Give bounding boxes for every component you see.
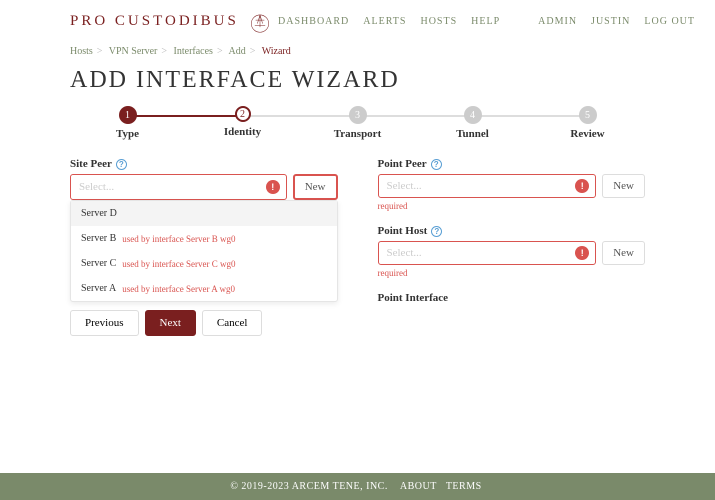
copyright: © 2019-2023 ARCEM TENE, INC. bbox=[230, 481, 388, 492]
crumb-vpnserver[interactable]: VPN Server bbox=[109, 46, 158, 57]
help-icon[interactable]: ? bbox=[431, 159, 442, 170]
footer-about[interactable]: ABOUT bbox=[400, 481, 437, 492]
site-peer-label: Site Peer bbox=[70, 158, 112, 170]
cancel-button[interactable]: Cancel bbox=[202, 310, 263, 336]
nav-user[interactable]: JUSTIN bbox=[591, 16, 630, 27]
point-host-select[interactable]: ! bbox=[378, 241, 597, 265]
footer: © 2019-2023 ARCEM TENE, INC. ABOUT TERMS bbox=[0, 473, 715, 500]
point-host-field: Point Host ? ! New required bbox=[378, 225, 646, 278]
point-interface-field: Point Interface bbox=[378, 292, 646, 304]
help-icon[interactable]: ? bbox=[116, 159, 127, 170]
point-host-label: Point Host bbox=[378, 225, 428, 237]
point-peer-label: Point Peer bbox=[378, 158, 427, 170]
brand-text: PRO CUSTODIBUS bbox=[70, 13, 239, 30]
breadcrumb: Hosts> VPN Server> Interfaces> Add> Wiza… bbox=[70, 40, 645, 67]
nav-hosts[interactable]: HOSTS bbox=[420, 16, 457, 27]
nav-admin[interactable]: ADMIN bbox=[538, 16, 577, 27]
step-transport: 3 Transport bbox=[300, 106, 415, 140]
site-peer-new-button[interactable]: New bbox=[293, 174, 338, 200]
required-text: required bbox=[378, 268, 646, 278]
point-interface-label: Point Interface bbox=[378, 292, 449, 304]
nav-alerts[interactable]: ALERTS bbox=[363, 16, 406, 27]
dropdown-item[interactable]: Server B used by interface Server B wg0 bbox=[71, 226, 337, 251]
error-icon: ! bbox=[575, 246, 589, 260]
top-nav: DASHBOARD ALERTS HOSTS HELP ADMIN JUSTIN… bbox=[278, 16, 695, 27]
point-host-input[interactable] bbox=[387, 247, 588, 259]
point-peer-field: Point Peer ? ! New required bbox=[378, 158, 646, 211]
step-tunnel: 4 Tunnel bbox=[415, 106, 530, 140]
point-host-new-button[interactable]: New bbox=[602, 241, 645, 265]
site-peer-input[interactable] bbox=[79, 181, 278, 193]
crumb-hosts[interactable]: Hosts bbox=[70, 46, 93, 57]
logo-icon bbox=[247, 8, 273, 34]
footer-terms[interactable]: TERMS bbox=[446, 481, 482, 492]
site-peer-select[interactable]: ! bbox=[70, 174, 287, 200]
step-type[interactable]: 1 Type bbox=[70, 106, 185, 140]
point-peer-input[interactable] bbox=[387, 180, 588, 192]
error-icon: ! bbox=[575, 179, 589, 193]
dropdown-item[interactable]: Server A used by interface Server A wg0 bbox=[71, 276, 337, 301]
site-peer-field: Site Peer ? ! New Server D bbox=[70, 158, 338, 200]
error-icon: ! bbox=[266, 180, 280, 194]
point-peer-select[interactable]: ! bbox=[378, 174, 597, 198]
dropdown-item[interactable]: Server C used by interface Server C wg0 bbox=[71, 251, 337, 276]
required-text: required bbox=[378, 201, 646, 211]
crumb-add[interactable]: Add bbox=[229, 46, 246, 57]
crumb-current: Wizard bbox=[262, 46, 291, 57]
point-peer-new-button[interactable]: New bbox=[602, 174, 645, 198]
nav-help[interactable]: HELP bbox=[471, 16, 500, 27]
header: PRO CUSTODIBUS DASHBOARD ALERTS HOSTS HE… bbox=[0, 0, 715, 40]
nav-logout[interactable]: LOG OUT bbox=[644, 16, 695, 27]
dropdown-item[interactable]: Server D bbox=[71, 201, 337, 226]
previous-button[interactable]: Previous bbox=[70, 310, 139, 336]
brand[interactable]: PRO CUSTODIBUS bbox=[70, 8, 273, 34]
site-peer-dropdown: Server D Server B used by interface Serv… bbox=[70, 200, 338, 302]
next-button[interactable]: Next bbox=[145, 310, 196, 336]
wizard-steps: 1 Type 2 Identity 3 Transport 4 Tunnel 5 bbox=[70, 106, 645, 140]
help-icon[interactable]: ? bbox=[431, 226, 442, 237]
step-review: 5 Review bbox=[530, 106, 645, 140]
crumb-interfaces[interactable]: Interfaces bbox=[174, 46, 213, 57]
page-title: ADD INTERFACE WIZARD bbox=[70, 67, 645, 94]
step-identity[interactable]: 2 Identity bbox=[185, 106, 300, 138]
nav-dashboard[interactable]: DASHBOARD bbox=[278, 16, 349, 27]
